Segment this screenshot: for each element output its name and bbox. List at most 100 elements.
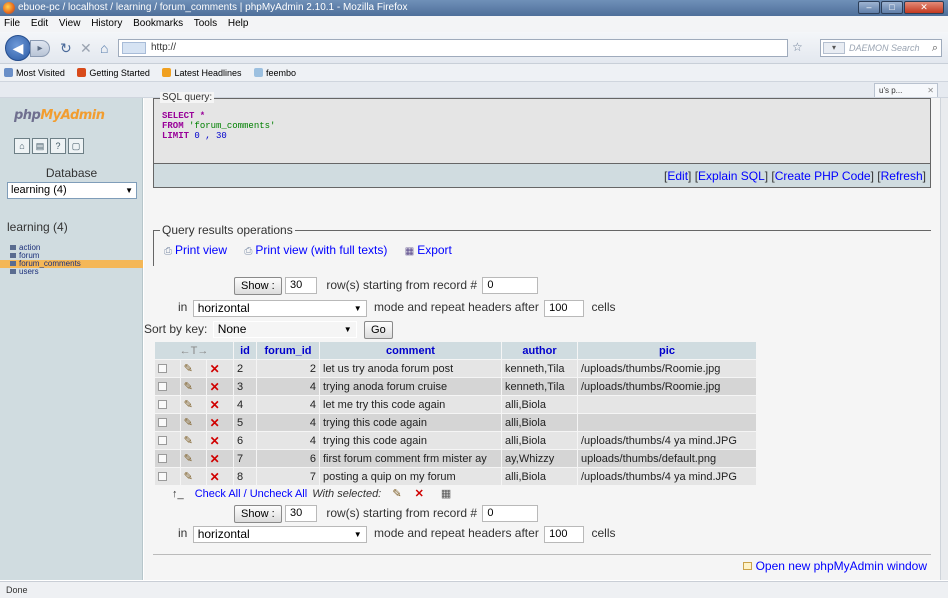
- row-checkbox[interactable]: [158, 435, 167, 445]
- row-checkbox[interactable]: [158, 363, 167, 373]
- header-author[interactable]: author: [502, 342, 577, 359]
- site-identity-icon[interactable]: [122, 42, 146, 54]
- delete-icon[interactable]: ✕: [210, 470, 220, 484]
- check-all-link[interactable]: Check All / Uncheck All: [195, 488, 308, 500]
- start-record-input-bottom[interactable]: 0: [482, 505, 539, 522]
- home-icon[interactable]: ⌂: [14, 138, 30, 154]
- edit-pencil-icon[interactable]: ✎: [184, 381, 193, 393]
- cell-author: alli,Biola: [502, 396, 577, 413]
- database-select[interactable]: learning (4) ▼: [7, 182, 137, 199]
- table-row[interactable]: ✎ ✕ 5 4 trying this code again alli,Biola: [155, 414, 756, 431]
- row-checkbox[interactable]: [158, 417, 167, 427]
- sql-window-icon[interactable]: ▤: [32, 138, 48, 154]
- main-frame: SQL query: SELECT * FROM 'forum_comments…: [144, 92, 940, 580]
- tab-strip: u's p... ✕: [0, 82, 948, 98]
- table-row[interactable]: ✎ ✕ 2 2 let us try anoda forum post kenneth,T…: [155, 360, 756, 377]
- row-checkbox[interactable]: [158, 453, 167, 463]
- sort-key-select[interactable]: None ▼: [212, 321, 357, 338]
- explain-sql-link[interactable]: Explain SQL: [698, 169, 765, 183]
- export-selected-icon[interactable]: ▦: [441, 488, 451, 500]
- show-button-bottom[interactable]: Show :: [234, 505, 282, 523]
- edit-pencil-icon[interactable]: ✎: [184, 471, 193, 483]
- rows-input-bottom[interactable]: 30: [284, 505, 317, 522]
- column-resize-header[interactable]: ←T→: [155, 342, 233, 359]
- table-row[interactable]: ✎ ✕ 6 4 trying this code again alli,Biola/upl…: [155, 432, 756, 449]
- edit-selected-icon[interactable]: ✎: [392, 488, 401, 500]
- close-tab-icon[interactable]: ✕: [927, 84, 934, 97]
- delete-icon[interactable]: ✕: [210, 452, 220, 466]
- edit-pencil-icon[interactable]: ✎: [184, 435, 193, 447]
- delete-selected-icon[interactable]: ✕: [415, 488, 424, 500]
- menu-tools[interactable]: Tools: [194, 18, 217, 29]
- print-view-link[interactable]: ⎙ Print view: [164, 243, 227, 257]
- menu-help[interactable]: Help: [228, 18, 249, 29]
- feembo-icon: [254, 68, 263, 77]
- browser-tab[interactable]: u's p... ✕: [874, 83, 938, 97]
- bookmark-getting-started[interactable]: Getting Started: [77, 68, 150, 78]
- row-checkbox[interactable]: [158, 471, 167, 481]
- header-forum-id[interactable]: forum_id: [257, 342, 319, 359]
- search-icon[interactable]: ⌕: [932, 40, 938, 56]
- menu-bookmarks[interactable]: Bookmarks: [133, 18, 183, 29]
- row-checkbox[interactable]: [158, 399, 167, 409]
- forward-button[interactable]: ▸: [30, 40, 50, 57]
- row-delete-cell: ✕: [206, 396, 233, 413]
- create-php-code-link[interactable]: Create PHP Code: [775, 169, 871, 183]
- stop-icon[interactable]: ✕: [80, 40, 92, 56]
- header-pic[interactable]: pic: [578, 342, 756, 359]
- url-field[interactable]: http://: [118, 39, 788, 57]
- print-view-full-link[interactable]: ⎙ Print view (with full texts): [244, 243, 387, 257]
- reload-icon[interactable]: ↻: [60, 40, 72, 56]
- table-item-users[interactable]: users: [0, 268, 143, 276]
- display-mode-select-bottom[interactable]: horizontal ▼: [192, 526, 367, 543]
- table-row[interactable]: ✎ ✕ 4 4 let me try this code again alli,Biola: [155, 396, 756, 413]
- search-input[interactable]: ▾ DAEMON Search ⌕: [820, 39, 942, 57]
- search-engine-icon[interactable]: ▾: [823, 42, 845, 54]
- phpmyadmin-logo[interactable]: phpMyAdmin: [14, 108, 105, 123]
- edit-pencil-icon[interactable]: ✎: [184, 363, 193, 375]
- repeat-headers-input[interactable]: 100: [544, 300, 585, 317]
- delete-icon[interactable]: ✕: [210, 398, 220, 412]
- header-comment[interactable]: comment: [320, 342, 501, 359]
- menu-history[interactable]: History: [91, 18, 122, 29]
- export-link[interactable]: ▦ Export: [405, 243, 452, 257]
- start-record-input[interactable]: 0: [482, 277, 539, 294]
- table-row[interactable]: ✎ ✕ 8 7 posting a quip on my forum alli,Biola…: [155, 468, 756, 485]
- go-button[interactable]: Go: [364, 321, 393, 339]
- documentation-icon[interactable]: ?: [50, 138, 66, 154]
- delete-icon[interactable]: ✕: [210, 380, 220, 394]
- repeat-headers-input-bottom[interactable]: 100: [544, 526, 585, 543]
- minimize-button[interactable]: –: [858, 1, 880, 14]
- edit-pencil-icon[interactable]: ✎: [184, 399, 193, 411]
- header-id[interactable]: id: [234, 342, 256, 359]
- delete-icon[interactable]: ✕: [210, 434, 220, 448]
- vertical-scrollbar[interactable]: [940, 98, 948, 580]
- bookmark-star-icon[interactable]: ☆: [792, 40, 803, 54]
- in-label: in: [178, 300, 188, 314]
- bookmark-latest-headlines[interactable]: Latest Headlines: [162, 68, 241, 78]
- edit-link[interactable]: Edit: [667, 169, 688, 183]
- maximize-button[interactable]: □: [881, 1, 903, 14]
- table-row[interactable]: ✎ ✕ 3 4 trying anoda forum cruise kenneth,Til…: [155, 378, 756, 395]
- menu-file[interactable]: File: [4, 18, 20, 29]
- edit-pencil-icon[interactable]: ✎: [184, 417, 193, 429]
- table-row[interactable]: ✎ ✕ 7 6 first forum comment frm mister ay ay,…: [155, 450, 756, 467]
- row-checkbox[interactable]: [158, 381, 167, 391]
- menu-view[interactable]: View: [59, 18, 81, 29]
- display-mode-select[interactable]: horizontal ▼: [192, 300, 367, 317]
- bookmark-most-visited[interactable]: Most Visited: [4, 68, 65, 78]
- show-button[interactable]: Show :: [234, 277, 282, 295]
- database-title[interactable]: learning (4): [7, 220, 68, 234]
- menu-edit[interactable]: Edit: [31, 18, 48, 29]
- query-window-icon[interactable]: ▢: [68, 138, 84, 154]
- delete-icon[interactable]: ✕: [210, 362, 220, 376]
- open-new-window-link[interactable]: Open new phpMyAdmin window: [742, 559, 927, 573]
- refresh-link[interactable]: Refresh: [881, 169, 923, 183]
- delete-icon[interactable]: ✕: [210, 416, 220, 430]
- edit-pencil-icon[interactable]: ✎: [184, 453, 193, 465]
- close-window-button[interactable]: ✕: [904, 1, 944, 14]
- bookmark-feembo[interactable]: feembo: [254, 68, 296, 78]
- rows-input[interactable]: 30: [284, 277, 317, 294]
- home-icon[interactable]: ⌂: [100, 40, 108, 56]
- back-button[interactable]: ◀: [5, 35, 31, 61]
